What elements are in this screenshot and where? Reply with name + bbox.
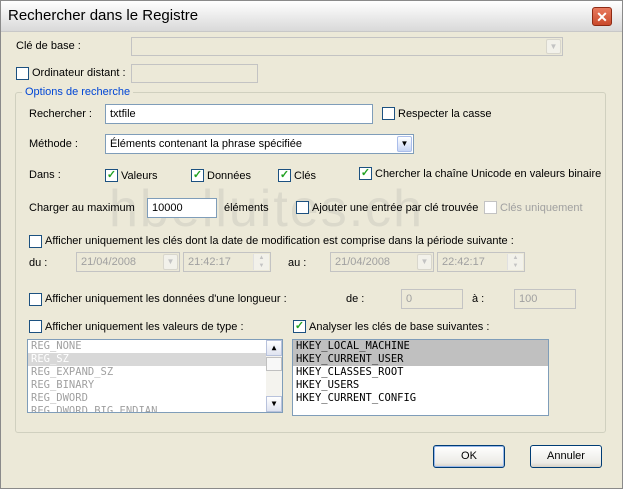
from-date-picker[interactable]: 21/04/2008 ▼ <box>76 252 180 272</box>
max-input[interactable]: 10000 <box>147 198 217 218</box>
remote-computer-input[interactable] <box>131 64 258 83</box>
length-filter-checkbox[interactable] <box>29 293 42 306</box>
check-icon: ✓ <box>294 320 305 332</box>
keys-only-label: Clés uniquement <box>500 202 583 214</box>
search-label: Rechercher : <box>29 108 92 120</box>
dialog-title: Rechercher dans le Registre <box>8 7 199 24</box>
to-date-label: au : <box>288 257 307 269</box>
close-icon: ✕ <box>596 9 608 25</box>
base-key-label: Clé de base : <box>16 40 81 52</box>
search-options-title: Options de recherche <box>22 86 134 99</box>
to-time-value: 22:42:17 <box>442 256 485 268</box>
to-date-value: 21/04/2008 <box>335 256 391 268</box>
base-key-combo[interactable]: ▼ <box>131 37 563 56</box>
values-label: Valeurs <box>121 170 158 182</box>
data-label: Données <box>207 170 252 182</box>
time-spinner[interactable]: ▲ ▼ <box>507 254 523 270</box>
chevron-down-icon[interactable]: ▼ <box>397 136 412 152</box>
chevron-down-icon[interactable]: ▼ <box>163 254 178 270</box>
remote-computer-checkbox[interactable] <box>16 67 29 80</box>
chevron-down-icon[interactable]: ▼ <box>546 39 561 54</box>
from-date-label: du : <box>29 257 48 269</box>
value-types-rows: REG_NONE REG_SZ REG_EXPAND_SZ REG_BINARY REG… <box>28 340 282 412</box>
spin-down-icon[interactable]: ▼ <box>254 262 269 270</box>
base-keys-label: Analyser les clés de base suivantes : <box>309 321 490 333</box>
check-icon: ✓ <box>192 169 203 181</box>
base-keys-list[interactable]: HKEY_LOCAL_MACHINE HKEY_CURRENT_USER HKEY_… <box>292 339 549 416</box>
in-label: Dans : <box>29 169 61 181</box>
to-time-picker[interactable]: 22:42:17 ▲ ▼ <box>437 252 525 272</box>
unicode-checkbox[interactable]: ✓ <box>359 167 372 180</box>
length-from-input[interactable]: 0 <box>401 289 463 309</box>
method-select[interactable]: Éléments contenant la phrase spécifiée ▼ <box>105 134 414 154</box>
from-time-value: 21:42:17 <box>188 256 231 268</box>
date-filter-checkbox[interactable] <box>29 235 42 248</box>
list-item[interactable]: HKEY_CURRENT_CONFIG <box>293 392 548 405</box>
method-value: Éléments contenant la phrase spécifiée <box>110 138 303 150</box>
spin-up-icon[interactable]: ▲ <box>508 254 523 262</box>
list-item[interactable]: REG_SZ <box>28 353 282 366</box>
list-item[interactable]: HKEY_CLASSES_ROOT <box>293 366 548 379</box>
length-to-label: à : <box>472 293 485 305</box>
types-filter-checkbox[interactable] <box>29 320 42 333</box>
keys-checkbox[interactable]: ✓ <box>278 169 291 182</box>
spin-down-icon[interactable]: ▼ <box>508 262 523 270</box>
scroll-down-icon[interactable]: ▼ <box>266 396 282 412</box>
list-item[interactable]: REG_EXPAND_SZ <box>28 366 282 379</box>
types-filter-label: Afficher uniquement les valeurs de type … <box>45 321 244 333</box>
scroll-up-icon[interactable]: ▲ <box>266 340 282 356</box>
values-checkbox[interactable]: ✓ <box>105 169 118 182</box>
search-registry-dialog: Rechercher dans le Registre ✕ hbelluites… <box>0 0 623 489</box>
types-scrollbar[interactable]: ▲ ▼ <box>266 340 282 412</box>
list-item[interactable]: REG_NONE <box>28 340 282 353</box>
scroll-thumb[interactable] <box>266 357 282 371</box>
list-item[interactable]: REG_DWORD <box>28 392 282 405</box>
base-keys-rows: HKEY_LOCAL_MACHINE HKEY_CURRENT_USER HKEY_… <box>293 340 548 405</box>
ok-button[interactable]: OK <box>433 445 505 468</box>
from-date-value: 21/04/2008 <box>81 256 137 268</box>
max-value: 10000 <box>152 202 183 214</box>
one-entry-label: Ajouter une entrée par clé trouvée <box>312 202 479 214</box>
method-label: Méthode : <box>29 138 78 150</box>
list-item[interactable]: REG_DWORD_BIG_ENDIAN <box>28 405 282 412</box>
list-item[interactable]: HKEY_LOCAL_MACHINE <box>293 340 548 353</box>
check-icon: ✓ <box>106 169 117 181</box>
length-from-value: 0 <box>406 293 413 305</box>
check-icon: ✓ <box>360 167 371 179</box>
length-to-input[interactable]: 100 <box>514 289 576 309</box>
remote-computer-label: Ordinateur distant : <box>32 67 126 79</box>
keys-only-checkbox[interactable] <box>484 201 497 214</box>
chevron-down-icon[interactable]: ▼ <box>417 254 432 270</box>
match-case-label: Respecter la casse <box>398 108 492 120</box>
max-label: Charger au maximum <box>29 202 135 214</box>
list-item[interactable]: REG_BINARY <box>28 379 282 392</box>
unicode-label: Chercher la chaîne Unicode en valeurs bi… <box>375 168 602 180</box>
search-value: txtfile <box>110 108 136 120</box>
max-unit: éléments <box>224 202 269 214</box>
keys-label: Clés <box>294 170 317 182</box>
check-icon: ✓ <box>279 169 290 181</box>
length-to-value: 100 <box>519 293 538 305</box>
time-spinner[interactable]: ▲ ▼ <box>253 254 269 270</box>
list-item[interactable]: HKEY_CURRENT_USER <box>293 353 548 366</box>
date-filter-label: Afficher uniquement les clés dont la dat… <box>45 235 514 247</box>
length-from-label: de : <box>346 293 365 305</box>
value-types-list[interactable]: REG_NONE REG_SZ REG_EXPAND_SZ REG_BINARY REG… <box>27 339 283 413</box>
search-input[interactable]: txtfile <box>105 104 373 124</box>
from-time-picker[interactable]: 21:42:17 ▲ ▼ <box>183 252 271 272</box>
spin-up-icon[interactable]: ▲ <box>254 254 269 262</box>
one-entry-checkbox[interactable] <box>296 201 309 214</box>
close-button[interactable]: ✕ <box>592 7 612 26</box>
title-bar: Rechercher dans le Registre ✕ <box>1 1 622 32</box>
base-keys-checkbox[interactable]: ✓ <box>293 320 306 333</box>
to-date-picker[interactable]: 21/04/2008 ▼ <box>330 252 434 272</box>
match-case-checkbox[interactable] <box>382 107 395 120</box>
list-item[interactable]: HKEY_USERS <box>293 379 548 392</box>
cancel-button[interactable]: Annuler <box>530 445 602 468</box>
length-filter-label: Afficher uniquement les données d'une lo… <box>45 293 287 305</box>
data-checkbox[interactable]: ✓ <box>191 169 204 182</box>
